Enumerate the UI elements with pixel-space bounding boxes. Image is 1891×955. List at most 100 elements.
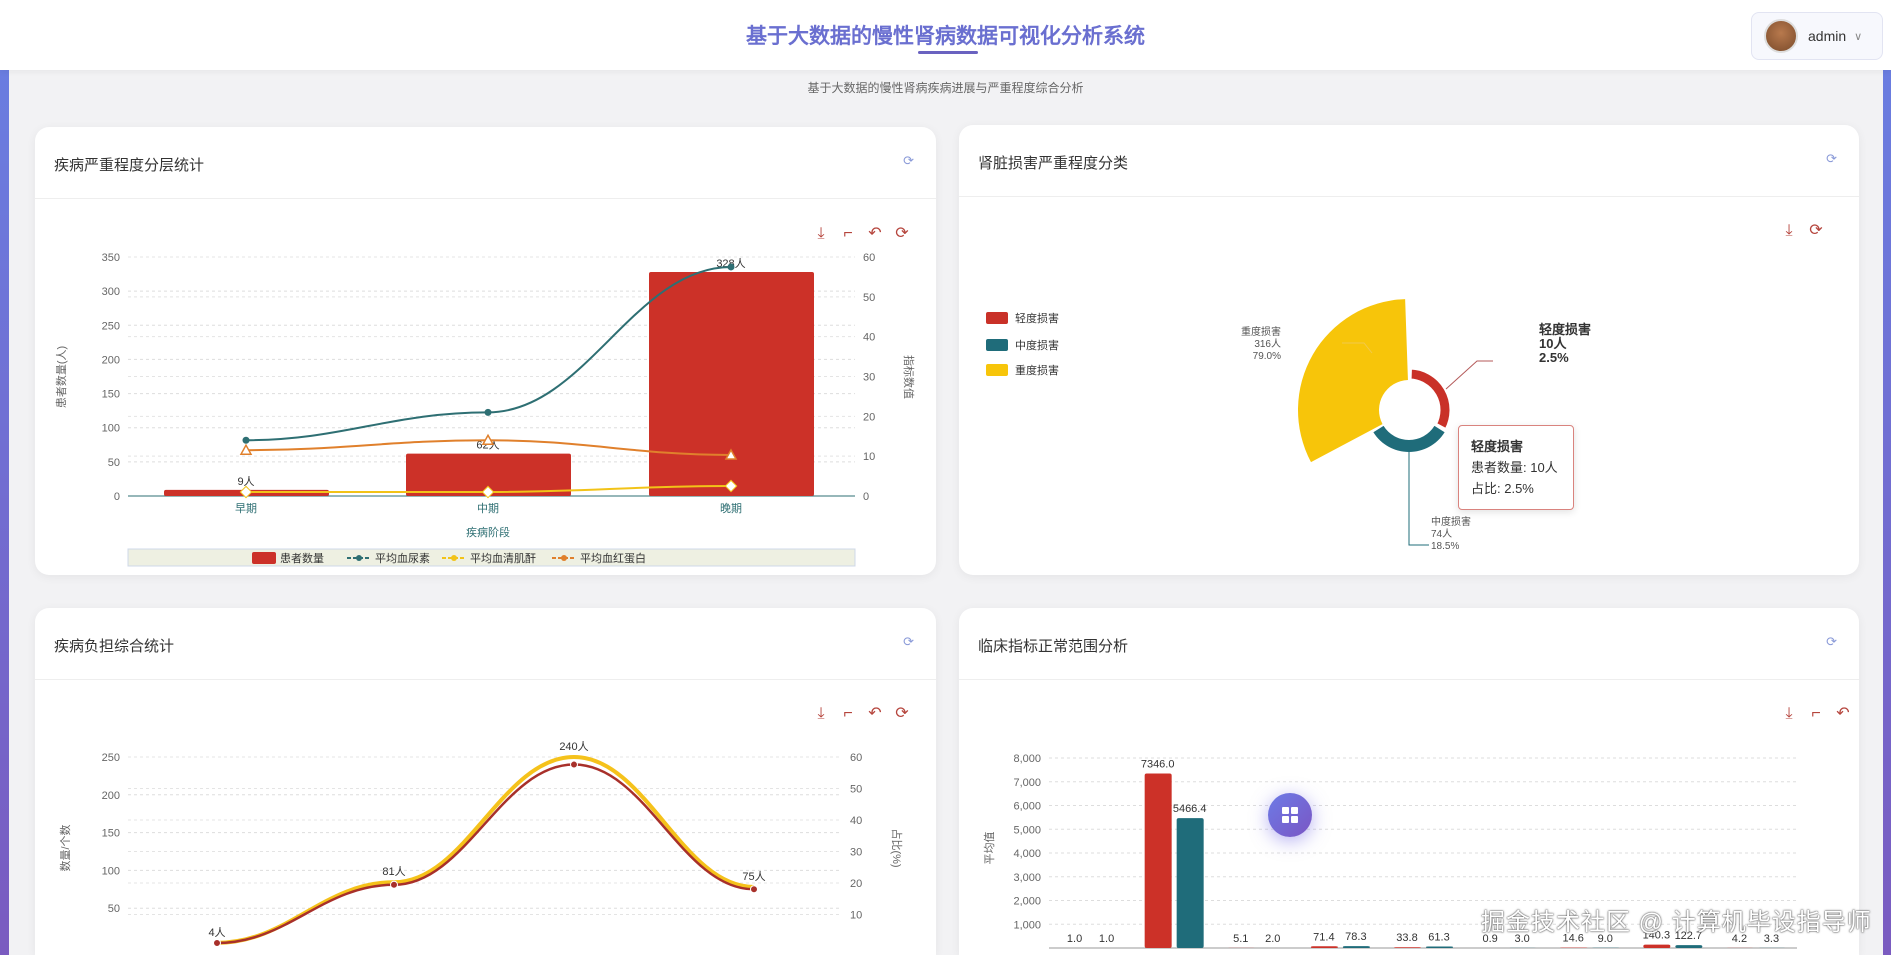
- slice-label-count: 316人: [1254, 338, 1281, 350]
- bar[interactable]: [1675, 945, 1703, 948]
- download-icon[interactable]: ⤓: [817, 705, 824, 722]
- data-point[interactable]: [390, 880, 398, 889]
- grid-menu-button[interactable]: [1268, 793, 1312, 837]
- y-right-tick-label: 10: [863, 451, 875, 463]
- bar-label: 61.3: [1428, 932, 1449, 944]
- zoom-reset-icon[interactable]: ↶: [868, 705, 881, 722]
- bar[interactable]: [1394, 947, 1421, 948]
- chart: ⤓ ⌐ ↶ ⟳ 50 100 150 200 250 10 20 30 40 50 60 4人 81人 240人 7…: [59, 705, 909, 947]
- label-line: [1408, 452, 1429, 546]
- y-tick-label: 250: [102, 752, 120, 764]
- data-zoom-icon[interactable]: ⌐: [843, 225, 852, 242]
- legend-item[interactable]: 患者数量: [280, 552, 324, 565]
- bar-label: 33.8: [1396, 932, 1417, 944]
- y-right-tick-label: 0: [863, 491, 869, 503]
- y-tick-label: 150: [102, 389, 120, 401]
- legend-item[interactable]: 重度损害: [1015, 363, 1059, 377]
- card-kidney-damage: 肾脏损害严重程度分类 ⟳ ⤓ ⟳ 轻度损害 中度损害 重度损害 重度损害 316人 79.0% 轻…: [959, 125, 1859, 575]
- slice-label-name: 轻度损害: [1539, 322, 1591, 337]
- download-icon[interactable]: ⤓: [1785, 222, 1792, 239]
- y-tick-label: 7,000: [1013, 777, 1041, 789]
- y-right-tick-label: 40: [850, 815, 862, 827]
- app-title: 基于大数据的慢性肾病数据可视化分析系统: [746, 25, 1145, 48]
- legend-item[interactable]: 平均血清肌酐: [470, 551, 536, 565]
- slice-label-name: 中度损害: [1431, 515, 1471, 528]
- data-point[interactable]: [750, 885, 758, 894]
- data-zoom-icon[interactable]: ⌐: [1811, 705, 1820, 722]
- slice-label-pct: 79.0%: [1253, 351, 1281, 362]
- data-point[interactable]: [242, 436, 250, 444]
- data-point[interactable]: [213, 938, 221, 947]
- scrollbar[interactable]: [1883, 70, 1891, 955]
- data-point[interactable]: [727, 263, 735, 271]
- y-right-tick-label: 60: [850, 752, 862, 764]
- y-right-tick-label: 20: [850, 878, 862, 890]
- pie-slice[interactable]: [1408, 366, 1453, 432]
- zoom-reset-icon[interactable]: ↶: [868, 225, 881, 242]
- bar[interactable]: [649, 272, 814, 496]
- y-right-tick-label: 10: [850, 910, 862, 922]
- zoom-reset-icon[interactable]: ↶: [1836, 705, 1849, 722]
- data-point[interactable]: [570, 760, 578, 769]
- y-tick-label: 100: [102, 423, 120, 435]
- y-right-tick-label: 50: [850, 784, 862, 796]
- bar[interactable]: [1176, 818, 1204, 948]
- bar[interactable]: [1342, 946, 1370, 948]
- bar[interactable]: [1643, 944, 1671, 948]
- y-right-axis-title: 指标数值: [902, 355, 916, 399]
- y-tick-label: 5,000: [1013, 824, 1041, 836]
- point-label: 81人: [382, 865, 405, 878]
- slice-label-pct: 2.5%: [1539, 350, 1569, 365]
- user-menu[interactable]: admin ∨: [1751, 12, 1883, 60]
- y-tick-label: 300: [102, 286, 120, 298]
- pie-slice[interactable]: [1373, 425, 1445, 452]
- legend-item[interactable]: 轻度损害: [1015, 311, 1059, 325]
- bar[interactable]: [1426, 946, 1453, 948]
- tooltip-ratio: 占比: 2.5%: [1471, 481, 1534, 496]
- point-label: 4人: [208, 926, 225, 939]
- series-line: [216, 754, 755, 945]
- y-tick-label: 0: [114, 491, 120, 503]
- watermark: 掘金技术社区 @ 计算机毕设指导师: [1481, 909, 1872, 936]
- legend-item[interactable]: 中度损害: [1015, 338, 1059, 352]
- bar-label: 1.0: [1067, 933, 1082, 945]
- y-tick-label: 6,000: [1013, 801, 1041, 813]
- legend-swatch: [252, 552, 276, 564]
- point-label: 240人: [559, 740, 588, 753]
- bar-label: 5.1: [1233, 933, 1248, 945]
- y-right-tick-label: 20: [863, 411, 875, 423]
- data-point[interactable]: [484, 408, 492, 416]
- y-tick-label: 3,000: [1013, 872, 1041, 884]
- user-name: admin: [1808, 28, 1847, 44]
- slice-label-count: 74人: [1431, 528, 1452, 540]
- bar[interactable]: [1144, 773, 1172, 948]
- bar[interactable]: [1310, 946, 1338, 948]
- title-underline: [918, 51, 978, 54]
- legend-item[interactable]: 平均血红蛋白: [580, 551, 646, 565]
- download-icon[interactable]: ⤓: [817, 225, 824, 242]
- data-zoom-icon[interactable]: ⌐: [843, 705, 852, 722]
- x-tick-label: 早期: [235, 502, 257, 515]
- page-subtitle: 基于大数据的慢性肾病疾病进展与严重程度综合分析: [807, 81, 1084, 95]
- slice-label-pct: 18.5%: [1431, 541, 1459, 552]
- legend-swatch: [986, 339, 1008, 351]
- legend-item[interactable]: 平均血尿素: [375, 551, 430, 565]
- x-axis-title: 疾病阶段: [466, 525, 510, 539]
- bar-label: 1.0: [1099, 933, 1114, 945]
- point-label: 75人: [742, 870, 765, 883]
- restore-icon[interactable]: ⟳: [895, 705, 909, 722]
- restore-icon[interactable]: ⟳: [895, 225, 909, 242]
- y-axis-title: 患者数量(人): [55, 346, 68, 408]
- chart: ⤓ ⌐ ↶ ⟳05010015020025030035001020304050609人…: [55, 225, 916, 567]
- y-right-tick-label: 60: [863, 252, 875, 264]
- tooltip-count: 患者数量: 10人: [1471, 460, 1558, 475]
- chart-tooltip: 轻度损害 患者数量: 10人 占比: 2.5%: [1458, 425, 1574, 510]
- legend-swatch: [986, 364, 1008, 376]
- restore-icon[interactable]: ⟳: [1809, 222, 1823, 239]
- y-tick-label: 350: [102, 252, 120, 264]
- y-tick-label: 50: [108, 457, 120, 469]
- y-right-tick-label: 30: [850, 847, 862, 859]
- tooltip-title: 轻度损害: [1471, 439, 1524, 454]
- grid-menu-icon: [1282, 807, 1298, 823]
- download-icon[interactable]: ⤓: [1785, 705, 1792, 722]
